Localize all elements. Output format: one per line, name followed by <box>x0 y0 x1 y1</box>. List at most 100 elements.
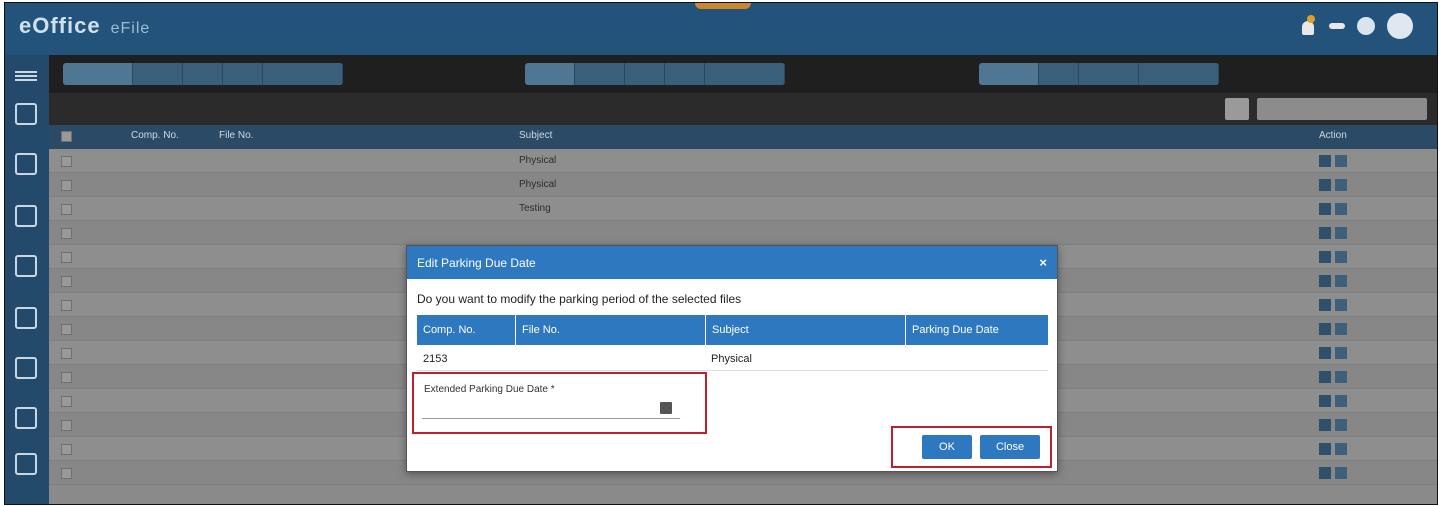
help-icon[interactable] <box>1357 17 1375 35</box>
close-icon[interactable]: × <box>1039 255 1047 270</box>
sidebar-sent-icon[interactable] <box>15 255 37 277</box>
unpark-action-icon[interactable] <box>1335 323 1347 335</box>
row-checkbox[interactable] <box>61 444 72 455</box>
sidebar-parked-icon[interactable] <box>15 357 37 379</box>
edit-action-icon[interactable] <box>1319 323 1331 335</box>
filter-btn[interactable] <box>263 63 343 85</box>
dialog-col-parking-due-date: Parking Due Date <box>905 315 1048 345</box>
app-frame: eOffice eFile Comp. No. File No. Subject… <box>4 2 1438 505</box>
unpark-action-icon[interactable] <box>1335 251 1347 263</box>
filter-btn[interactable] <box>525 63 575 85</box>
unpark-action-icon[interactable] <box>1335 347 1347 359</box>
filter-bar <box>49 55 1437 93</box>
table-row[interactable] <box>49 221 1437 245</box>
row-checkbox[interactable] <box>61 372 72 383</box>
sidebar-created-icon[interactable] <box>15 205 37 227</box>
col-comp-no[interactable]: Comp. No. <box>131 130 179 141</box>
filter-btn[interactable] <box>223 63 263 85</box>
app-name: eFile <box>110 20 151 37</box>
unpark-action-icon[interactable] <box>1335 227 1347 239</box>
edit-parking-dialog: Edit Parking Due Date × Do you want to m… <box>406 245 1058 472</box>
filter-btn[interactable] <box>133 63 183 85</box>
row-checkbox[interactable] <box>61 348 72 359</box>
table-row[interactable]: Physical <box>49 149 1437 173</box>
filter-btn[interactable] <box>183 63 223 85</box>
unpark-action-icon[interactable] <box>1335 467 1347 479</box>
extended-date-box: Extended Parking Due Date * <box>412 372 707 434</box>
col-subject[interactable]: Subject <box>519 130 552 141</box>
dialog-col-comp-no: Comp. No. <box>423 324 476 336</box>
dialog-cell-comp: 2153 <box>423 353 448 365</box>
hamburger-menu-icon[interactable] <box>15 69 37 83</box>
filter-btn[interactable] <box>625 63 665 85</box>
filter-icon[interactable] <box>1225 98 1249 120</box>
row-checkbox[interactable] <box>61 420 72 431</box>
table-row[interactable]: Physical <box>49 173 1437 197</box>
row-checkbox[interactable] <box>61 276 72 287</box>
filter-btn[interactable] <box>1139 63 1219 85</box>
ok-button[interactable]: OK <box>922 435 972 459</box>
filter-btn[interactable] <box>665 63 705 85</box>
unpark-action-icon[interactable] <box>1335 179 1347 191</box>
sidebar-transfer-icon[interactable] <box>15 407 37 429</box>
header-badge[interactable] <box>1329 23 1345 29</box>
filter-btn[interactable] <box>1039 63 1079 85</box>
edit-action-icon[interactable] <box>1319 203 1331 215</box>
edit-action-icon[interactable] <box>1319 275 1331 287</box>
filter-btn[interactable] <box>979 63 1039 85</box>
calendar-icon[interactable] <box>660 402 672 414</box>
unpark-action-icon[interactable] <box>1335 419 1347 431</box>
unpark-action-icon[interactable] <box>1335 203 1347 215</box>
sidebar-files-icon[interactable] <box>15 153 37 175</box>
row-checkbox[interactable] <box>61 228 72 239</box>
dialog-cell-subject: Physical <box>711 353 752 365</box>
filter-btn[interactable] <box>575 63 625 85</box>
col-action: Action <box>1319 130 1347 141</box>
edit-action-icon[interactable] <box>1319 347 1331 359</box>
sidebar-closed-icon[interactable] <box>15 307 37 329</box>
filter-btn[interactable] <box>705 63 785 85</box>
edit-action-icon[interactable] <box>1319 467 1331 479</box>
edit-action-icon[interactable] <box>1319 179 1331 191</box>
filter-btn[interactable] <box>1079 63 1139 85</box>
unpark-action-icon[interactable] <box>1335 275 1347 287</box>
unpark-action-icon[interactable] <box>1335 395 1347 407</box>
row-checkbox[interactable] <box>61 252 72 263</box>
header-right <box>1299 13 1425 39</box>
row-checkbox[interactable] <box>61 396 72 407</box>
edit-action-icon[interactable] <box>1319 371 1331 383</box>
edit-action-icon[interactable] <box>1319 155 1331 167</box>
row-checkbox[interactable] <box>61 468 72 479</box>
row-checkbox[interactable] <box>61 156 72 167</box>
sidebar-settings-icon[interactable] <box>15 453 37 475</box>
unpark-action-icon[interactable] <box>1335 155 1347 167</box>
row-checkbox[interactable] <box>61 180 72 191</box>
close-button[interactable]: Close <box>980 435 1040 459</box>
row-checkbox[interactable] <box>61 300 72 311</box>
edit-action-icon[interactable] <box>1319 419 1331 431</box>
table-row[interactable]: Testing <box>49 197 1437 221</box>
edit-action-icon[interactable] <box>1319 443 1331 455</box>
sidebar-inbox-icon[interactable] <box>15 103 37 125</box>
notification-bell-icon[interactable] <box>1299 15 1317 37</box>
edit-action-icon[interactable] <box>1319 227 1331 239</box>
filter-btn[interactable] <box>63 63 133 85</box>
top-header: eOffice eFile <box>5 3 1437 55</box>
header-center-tab[interactable] <box>695 3 751 9</box>
row-checkbox[interactable] <box>61 204 72 215</box>
extended-date-input[interactable] <box>422 399 680 419</box>
unpark-action-icon[interactable] <box>1335 299 1347 311</box>
unpark-action-icon[interactable] <box>1335 443 1347 455</box>
edit-action-icon[interactable] <box>1319 299 1331 311</box>
edit-action-icon[interactable] <box>1319 395 1331 407</box>
search-input[interactable] <box>1257 98 1427 120</box>
select-all-checkbox[interactable] <box>61 131 72 142</box>
table-header: Comp. No. File No. Subject Action <box>49 125 1437 149</box>
edit-action-icon[interactable] <box>1319 251 1331 263</box>
tab-row <box>49 93 1437 125</box>
brand-logo[interactable]: eOffice eFile <box>19 13 150 39</box>
user-avatar-icon[interactable] <box>1387 13 1413 39</box>
row-checkbox[interactable] <box>61 324 72 335</box>
unpark-action-icon[interactable] <box>1335 371 1347 383</box>
col-file-no[interactable]: File No. <box>219 130 253 141</box>
